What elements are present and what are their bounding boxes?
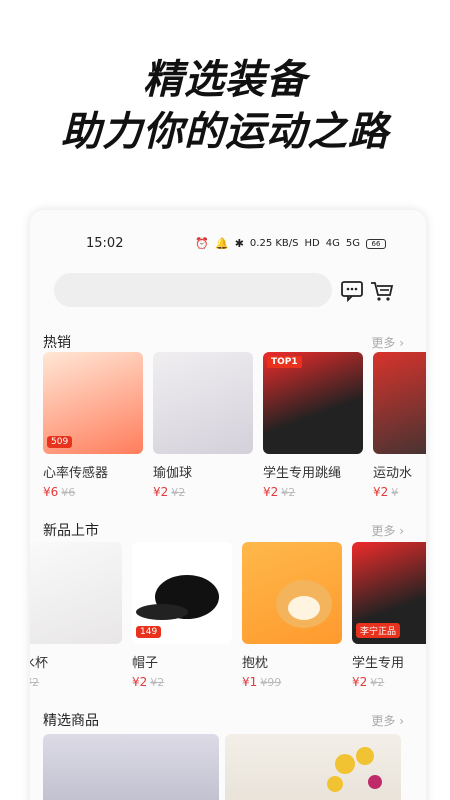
product-name: 帽子 <box>132 656 159 671</box>
featured-section: 精选商品 更多 › <box>30 710 426 800</box>
product-name: 运动水 <box>373 466 413 481</box>
product-price: ¥2 <box>30 676 39 689</box>
signal-5g-icon: 5G <box>345 238 360 249</box>
product-card[interactable]: 149 帽子 ¥2 ¥2 <box>132 542 234 689</box>
product-price: ¥2 ¥ <box>373 485 399 499</box>
featured-more-link[interactable]: 更多 › <box>371 712 404 729</box>
bluetooth-icon: ✱ <box>234 237 244 250</box>
new-title: 新品上市 <box>43 523 99 539</box>
product-card[interactable]: 李宁正品 学生专用 ¥2 ¥2 <box>352 542 426 689</box>
speed-indicator: 0.25 KB/S <box>249 238 299 249</box>
product-price: ¥2 ¥2 <box>132 675 165 689</box>
product-image <box>373 352 426 454</box>
flower-illustration <box>327 747 382 792</box>
featured-card-image[interactable] <box>225 734 401 800</box>
headline-line-2: 助力你的运动之路 <box>61 109 389 155</box>
product-card[interactable]: TOP1 学生专用跳绳 ¥2 ¥2 <box>263 352 365 499</box>
product-tag: TOP1 <box>267 356 302 368</box>
cart-icon[interactable] <box>370 280 394 302</box>
message-icon[interactable] <box>340 280 364 302</box>
promo-headline: 精选装备 助力你的运动之路 <box>0 54 450 158</box>
status-icons: ⏰ 🔔 ✱ 0.25 KB/S HD 4G 5G 66 <box>195 237 386 250</box>
status-bar: 15:02 ⏰ 🔔 ✱ 0.25 KB/S HD 4G 5G 66 <box>30 234 426 258</box>
product-image: 509 <box>43 352 143 454</box>
product-image <box>30 542 122 644</box>
bell-icon: 🔔 <box>215 237 229 250</box>
alarm-icon: ⏰ <box>195 237 209 250</box>
product-image: 李宁正品 <box>352 542 426 644</box>
headline-line-1: 精选装备 <box>143 57 307 103</box>
featured-card-image[interactable] <box>43 734 219 800</box>
product-name: 水杯 <box>30 656 49 671</box>
product-image <box>153 352 253 454</box>
new-more-link[interactable]: 更多 › <box>371 522 404 539</box>
hot-more-link[interactable]: 更多 › <box>371 334 404 351</box>
product-card[interactable]: 水杯 ¥2 <box>30 542 124 689</box>
featured-title: 精选商品 <box>43 713 99 729</box>
status-time: 15:02 <box>86 236 124 251</box>
product-image: TOP1 <box>263 352 363 454</box>
product-price: ¥2 ¥2 <box>263 485 296 499</box>
product-image: 149 <box>132 542 232 644</box>
signal-4g-icon: 4G <box>325 238 340 249</box>
product-name: 学生专用跳绳 <box>263 466 342 481</box>
hot-title: 热销 <box>43 335 71 351</box>
product-image <box>242 542 342 644</box>
product-badge: 李宁正品 <box>356 623 401 638</box>
product-name: 学生专用 <box>352 656 405 671</box>
product-card[interactable]: 运动水 ¥2 ¥ <box>373 352 426 499</box>
product-price: ¥2 ¥2 <box>153 485 186 499</box>
product-card[interactable]: 509 心率传感器 ¥6 ¥6 <box>43 352 145 499</box>
product-price: ¥6 ¥6 <box>43 485 76 499</box>
battery-icon: 66 <box>366 238 386 249</box>
product-card[interactable]: 瑜伽球 ¥2 ¥2 <box>153 352 255 499</box>
product-badge: 509 <box>47 436 73 448</box>
pillow-illustration <box>276 580 332 628</box>
product-name: 心率传感器 <box>43 466 109 481</box>
product-price: ¥2 ¥2 <box>352 675 385 689</box>
search-input[interactable] <box>54 273 332 307</box>
hd-badge: HD <box>304 238 320 249</box>
new-section: 新品上市 更多 › 水杯 ¥2 149 帽子 ¥2¥2 <box>30 520 426 712</box>
product-badge: 149 <box>136 626 162 638</box>
hot-section: 热销 更多 › 509 心率传感器 ¥6 ¥6 瑜伽球 ¥2 ¥2 TOP1 学生专… <box>30 332 426 522</box>
product-name: 瑜伽球 <box>153 466 193 481</box>
phone-screen: 15:02 ⏰ 🔔 ✱ 0.25 KB/S HD 4G 5G 66 热销 更多 … <box>30 210 426 800</box>
product-price: ¥1 ¥99 <box>242 675 282 689</box>
product-card[interactable]: 抱枕 ¥1 ¥99 <box>242 542 344 689</box>
product-name: 抱枕 <box>242 656 269 671</box>
